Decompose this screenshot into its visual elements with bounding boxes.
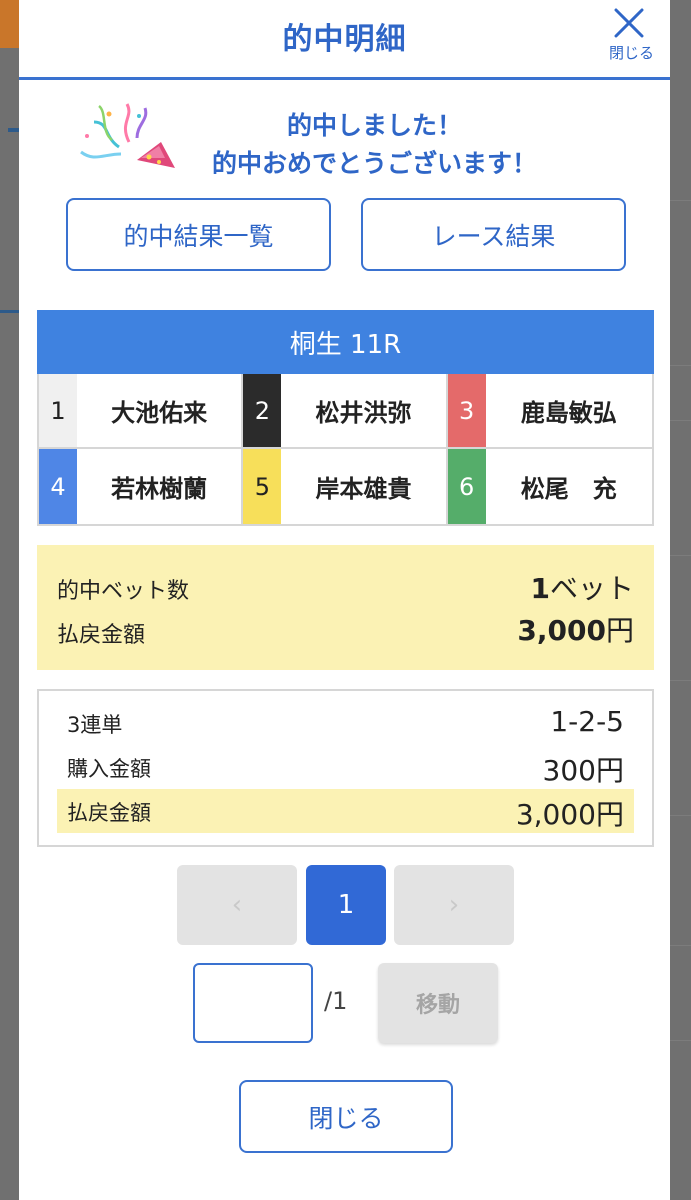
page-total: /1 (324, 987, 348, 1015)
bet-detail: 3連単 1-2-5 購入金額 300円 払戻金額 3,000円 (37, 689, 654, 847)
payout-unit: 円 (605, 614, 634, 647)
background-header-strip (0, 0, 20, 48)
congrats-message: 的中しました！ 的中おめでとうございます！ (19, 80, 670, 190)
purchase-value: 300円 (542, 754, 624, 787)
action-buttons: 的中結果一覧 レース結果 (19, 190, 670, 300)
background-divider (669, 365, 691, 366)
racer-cell: 6 松尾 充 (447, 449, 652, 524)
congrats-title: 的中しました！ (286, 111, 462, 140)
racer-name: 大池佑来 (111, 399, 208, 427)
background-divider (669, 945, 691, 946)
close-icon[interactable] (612, 6, 646, 40)
background-divider (669, 200, 691, 201)
background-divider (0, 310, 20, 313)
hit-results-list-button[interactable]: 的中結果一覧 (66, 198, 331, 271)
racer-grid: 1 大池佑来 2 松井洪弥 3 鹿島敏弘 4 若林樹蘭 5 岸本雄貴 6 松尾 充 (37, 374, 654, 526)
payout-label: 払戻金額 (57, 623, 146, 648)
payout-number: 3,000 (517, 614, 606, 647)
racer-cell: 3 鹿島敏弘 (447, 374, 652, 449)
detail-payout-value: 3,000円 (515, 798, 624, 831)
racer-name: 松尾 充 (520, 475, 617, 503)
page-jump: /1 移動 (19, 963, 670, 1043)
racer-number: 6 (447, 449, 486, 524)
racer-number: 3 (447, 374, 486, 447)
racer-cell: 1 大池佑来 (39, 374, 244, 449)
hit-bets-unit: ベット (549, 572, 634, 605)
hit-bets-row: 的中ベット数 1ベット (57, 567, 634, 607)
detail-payout-row: 払戻金額 3,000円 (57, 789, 634, 833)
race-result-button[interactable]: レース結果 (361, 198, 626, 271)
page-number-input[interactable] (193, 963, 313, 1043)
background-page-right (669, 0, 691, 1200)
bet-type: 3連単 (67, 713, 123, 737)
congrats-subtitle: 的中おめでとうございます！ (211, 149, 537, 178)
payout-value: 3,000円 (517, 609, 634, 649)
hit-bets-value: 1ベット (531, 567, 635, 607)
racer-cell: 4 若林樹蘭 (39, 449, 244, 524)
current-page-button[interactable]: 1 (306, 865, 386, 945)
racer-name: 鹿島敏弘 (520, 399, 617, 427)
move-button[interactable]: 移動 (378, 963, 498, 1043)
next-page-button[interactable]: › (394, 865, 514, 945)
payout-row: 払戻金額 3,000円 (57, 609, 634, 653)
racer-number: 5 (243, 449, 282, 524)
hit-summary: 的中ベット数 1ベット 払戻金額 3,000円 (37, 545, 654, 670)
race-title: 桐生 11R (37, 310, 654, 374)
racer-cell: 2 松井洪弥 (243, 374, 448, 449)
racer-number: 2 (243, 374, 282, 447)
purchase-label: 購入金額 (67, 757, 151, 781)
bet-type-row: 3連単 1-2-5 (57, 701, 634, 745)
racer-cell: 5 岸本雄貴 (243, 449, 448, 524)
racer-name: 松井洪弥 (315, 399, 412, 427)
background-page-left (0, 48, 20, 1200)
racer-name: 若林樹蘭 (111, 475, 208, 503)
prev-page-button[interactable]: ‹ (177, 865, 297, 945)
modal-title: 的中明細 (282, 22, 407, 57)
close-button[interactable]: 閉じる (239, 1080, 453, 1153)
background-divider (669, 1040, 691, 1041)
modal-header: 的中明細 閉じる (19, 0, 670, 80)
detail-payout-label: 払戻金額 (67, 801, 151, 825)
background-divider (669, 555, 691, 556)
background-divider (669, 680, 691, 681)
racer-number: 1 (39, 374, 77, 447)
bet-combination: 1-2-5 (550, 705, 624, 738)
background-divider (669, 420, 691, 421)
hit-details-modal: 的中明細 閉じる 的中しました！ 的中おめでとうございます！ 的中結果一覧 レー… (19, 0, 670, 1200)
racer-number: 4 (39, 449, 77, 524)
close-top-label[interactable]: 閉じる (609, 42, 654, 63)
racer-name: 岸本雄貴 (315, 475, 412, 503)
purchase-row: 購入金額 300円 (57, 745, 634, 789)
hit-bets-label: 的中ベット数 (57, 579, 190, 604)
pagination: ‹ 1 › (19, 865, 670, 945)
background-divider (669, 815, 691, 816)
hit-bets-number: 1 (530, 572, 550, 605)
